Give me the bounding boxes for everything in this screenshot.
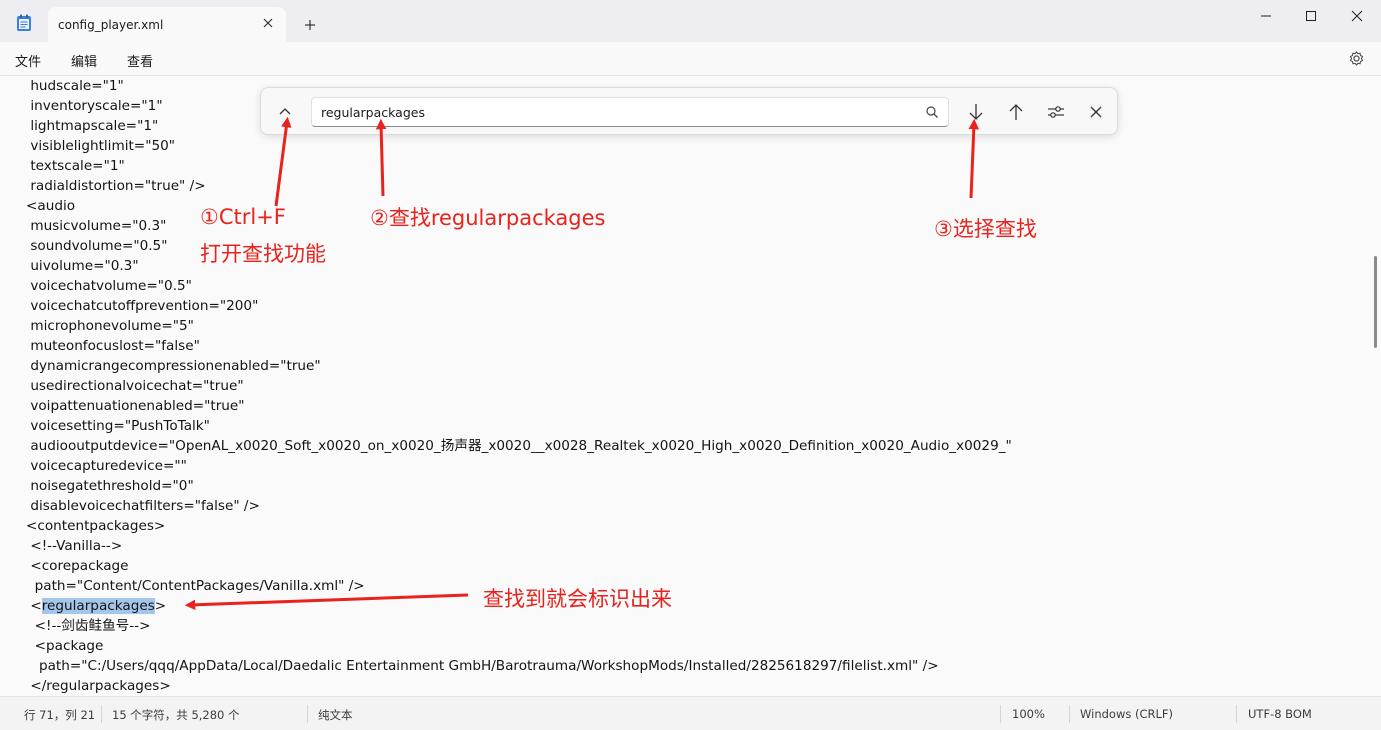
code-line: visiblelightlimit="50" bbox=[26, 138, 175, 154]
tab-config-player[interactable]: config_player.xml bbox=[48, 7, 286, 42]
status-line-ending[interactable]: Windows (CRLF) bbox=[1080, 707, 1173, 721]
text-editor[interactable]: hudscale="1" inventoryscale="1" lightmap… bbox=[0, 76, 1370, 696]
code-line: uivolume="0.3" bbox=[26, 258, 139, 274]
annotation-result: 查找到就会标识出来 bbox=[483, 587, 672, 611]
match-suffix: > bbox=[154, 598, 167, 614]
code-line: <!--剑齿鲑鱼号--> bbox=[26, 618, 151, 634]
code-line: audiooutputdevice="OpenAL_x0020_Soft_x00… bbox=[26, 438, 1012, 454]
notepad-icon bbox=[17, 14, 31, 31]
gear-icon[interactable] bbox=[1348, 50, 1365, 67]
menu-bar: 文件 编辑 查看 bbox=[0, 42, 1381, 76]
minimize-button[interactable] bbox=[1243, 0, 1289, 32]
find-input[interactable] bbox=[311, 97, 949, 127]
search-match-highlight: regularpackages bbox=[41, 598, 155, 614]
code-line-match: <regularpackages> bbox=[26, 596, 166, 616]
minimize-icon bbox=[1261, 15, 1271, 17]
arrow-up-icon[interactable] bbox=[1005, 101, 1027, 123]
plus-icon[interactable] bbox=[302, 17, 318, 33]
tab-title: config_player.xml bbox=[58, 18, 164, 32]
arrow-down-icon[interactable] bbox=[965, 101, 987, 123]
title-bar: config_player.xml bbox=[0, 0, 1381, 42]
status-encoding[interactable]: UTF-8 BOM bbox=[1248, 707, 1312, 721]
find-panel bbox=[260, 87, 1118, 135]
code-line: </regularpackages> bbox=[26, 678, 171, 694]
code-line: muteonfocuslost="false" bbox=[26, 338, 200, 354]
code-line: path="Content/ContentPackages/Vanilla.xm… bbox=[26, 578, 365, 594]
code-line: hudscale="1" bbox=[26, 78, 124, 94]
status-divider bbox=[1069, 705, 1070, 723]
scroll-thumb[interactable] bbox=[1374, 256, 1377, 348]
code-line: noisegatethreshold="0" bbox=[26, 478, 194, 494]
status-divider bbox=[1000, 705, 1001, 723]
status-divider bbox=[307, 705, 308, 723]
code-line: <audio bbox=[26, 198, 76, 214]
status-divider bbox=[101, 705, 102, 723]
code-line: <contentpackages> bbox=[26, 518, 166, 534]
status-bar: 行 71，列 21 15 个字符，共 5,280 个 纯文本 100% Wind… bbox=[0, 696, 1381, 730]
status-position[interactable]: 行 71，列 21 bbox=[24, 707, 95, 723]
code-line: inventoryscale="1" bbox=[26, 98, 163, 114]
maximize-icon bbox=[1306, 11, 1316, 21]
code-line: <corepackage bbox=[26, 558, 129, 574]
code-line: voicesetting="PushToTalk" bbox=[26, 418, 210, 434]
status-selection: 15 个字符，共 5,280 个 bbox=[112, 708, 240, 722]
status-format: 纯文本 bbox=[318, 708, 353, 722]
code-line: path="C:/Users/qqq/AppData/Local/Daedali… bbox=[26, 658, 939, 674]
annotation-step1-desc: 打开查找功能 bbox=[200, 242, 326, 266]
vertical-scrollbar[interactable] bbox=[1370, 76, 1381, 696]
close-icon[interactable] bbox=[1085, 101, 1107, 123]
chevron-up-icon[interactable] bbox=[275, 102, 295, 122]
code-line: <!--Vanilla--> bbox=[26, 538, 123, 554]
code-line: dynamicrangecompressionenabled="true" bbox=[26, 358, 321, 374]
maximize-button[interactable] bbox=[1288, 0, 1334, 32]
close-icon[interactable] bbox=[260, 15, 276, 31]
code-line: radialdistortion="true" /> bbox=[26, 178, 206, 194]
code-line: usedirectionalvoicechat="true" bbox=[26, 378, 244, 394]
menu-file[interactable]: 文件 bbox=[15, 51, 41, 70]
code-line: soundvolume="0.5" bbox=[26, 238, 168, 254]
options-icon[interactable] bbox=[1045, 101, 1067, 123]
match-prefix: < bbox=[26, 598, 42, 614]
status-zoom[interactable]: 100% bbox=[1012, 707, 1045, 721]
annotation-step2: ②查找regularpackages bbox=[370, 206, 606, 230]
search-icon[interactable] bbox=[925, 105, 939, 119]
code-line: voicechatvolume="0.5" bbox=[26, 278, 192, 294]
code-line: <package bbox=[26, 638, 104, 654]
code-line: lightmapscale="1" bbox=[26, 118, 159, 134]
close-window-icon bbox=[1351, 10, 1363, 22]
menu-edit[interactable]: 编辑 bbox=[71, 51, 97, 70]
code-line: microphonevolume="5" bbox=[26, 318, 194, 334]
code-line: voicecapturedevice="" bbox=[26, 458, 187, 474]
code-line: disablevoicechatfilters="false" /> bbox=[26, 498, 260, 514]
annotation-step3: ③选择查找 bbox=[934, 217, 1037, 241]
code-line: musicvolume="0.3" bbox=[26, 218, 167, 234]
code-line: voicechatcutoffprevention="200" bbox=[26, 298, 259, 314]
close-window-button[interactable] bbox=[1334, 0, 1380, 32]
annotation-step1-shortcut: ①Ctrl+F bbox=[200, 205, 286, 229]
status-divider bbox=[1236, 705, 1237, 723]
menu-view[interactable]: 查看 bbox=[127, 51, 153, 70]
code-line: voipattenuationenabled="true" bbox=[26, 398, 245, 414]
code-line: textscale="1" bbox=[26, 158, 125, 174]
